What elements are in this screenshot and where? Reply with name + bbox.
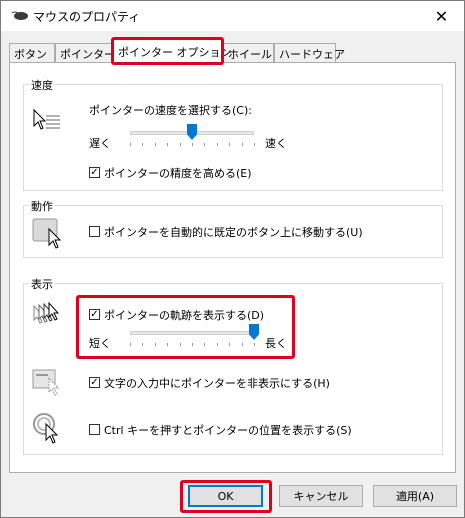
long-label: 長く (265, 337, 287, 350)
slider-tick (254, 343, 255, 346)
close-button[interactable]: ✕ (419, 1, 464, 31)
slider-tick (192, 343, 193, 346)
tab-label: ホイール (228, 48, 272, 61)
check-icon: ✓ (90, 167, 99, 178)
apply-label: 適用(A) (395, 490, 435, 503)
slider-tick (229, 143, 231, 146)
slider-tick (130, 343, 131, 346)
trails-slider-thumb[interactable] (249, 324, 259, 340)
hide-pointer-checkbox[interactable]: ✓ (89, 377, 100, 388)
slider-tick (167, 343, 169, 346)
snap-checkbox[interactable] (89, 226, 100, 237)
slider-tick (142, 343, 144, 346)
slider-tick (154, 143, 156, 146)
visibility-group: 表示 ✓ ポインターの軌跡を表示する(D) 短く 長く ✓ 文字の入力中にポイン… (23, 276, 443, 455)
slider-tick (167, 143, 169, 146)
slow-label: 遅く (89, 137, 111, 150)
tab-buttons[interactable]: ボタン (9, 43, 55, 63)
hide-pointer-label: 文字の入力中にポインターを非表示にする(H) (104, 377, 330, 390)
tab-hardware[interactable]: ハードウェア (274, 43, 345, 63)
slider-tick (241, 343, 243, 346)
tab-label: ポインター (60, 48, 115, 61)
tab-label: ポインター オプション (118, 46, 232, 59)
pointer-speed-icon (33, 108, 60, 130)
slider-tick (254, 143, 255, 146)
slider-tick (204, 143, 206, 146)
snap-to-icon (32, 218, 62, 249)
cancel-label: キャンセル (293, 490, 349, 503)
mouse-icon (11, 11, 28, 20)
hide-pointer-icon (32, 369, 60, 396)
slider-tick (229, 343, 231, 346)
apply-button[interactable]: 適用(A) (373, 485, 457, 507)
close-icon: ✕ (434, 6, 449, 26)
tab-pointer-options[interactable]: ポインター オプション (113, 39, 232, 65)
cancel-button[interactable]: キャンセル (279, 485, 363, 507)
slider-tick (130, 143, 131, 146)
fast-label: 速く (265, 137, 287, 150)
trails-checkbox[interactable]: ✓ (89, 309, 100, 320)
motion-group: 動作 ポインターを自動的に既定のボタン上に移動する(U) (23, 198, 443, 258)
ctrl-locate-checkbox[interactable] (89, 424, 100, 435)
trails-label: ポインターの軌跡を表示する(D) (104, 309, 265, 322)
precision-label: ポインターの精度を高める(E) (104, 167, 252, 180)
speed-select-label: ポインターの速度を選択する(C): (89, 104, 252, 117)
ok-button[interactable]: OK (188, 485, 263, 507)
title-bar: マウスのプロパティ ✕ (1, 1, 464, 31)
speed-group-title: 速度 (29, 77, 55, 93)
precision-checkbox[interactable]: ✓ (89, 167, 100, 178)
speed-group: 速度 ポインターの速度を選択する(C): 遅く 速く ✓ ポインターの精度を高め… (23, 77, 443, 191)
slider-tick (179, 343, 181, 346)
trails-slider-track[interactable] (130, 331, 254, 335)
slider-tick (241, 143, 243, 146)
speed-slider-thumb[interactable] (187, 124, 197, 140)
mouse-properties-window: マウスのプロパティ ✕ ボタン ポインター ポインター オプション ホイール ハ… (0, 0, 465, 518)
ok-label: OK (217, 489, 234, 503)
ctrl-locate-label: Ctrl キーを押すとポインターの位置を表示する(S) (104, 424, 352, 437)
check-icon: ✓ (90, 309, 99, 320)
window-title: マウスのプロパティ (33, 10, 141, 24)
slider-tick (216, 343, 218, 346)
tab-pointers[interactable]: ポインター (55, 43, 115, 63)
tab-label: ボタン (14, 48, 47, 61)
visibility-group-title: 表示 (29, 276, 55, 292)
slider-tick (179, 143, 181, 146)
slider-tick (216, 143, 218, 146)
slider-tick (204, 343, 206, 346)
short-label: 短く (89, 337, 111, 350)
tab-label: ハードウェア (279, 48, 345, 61)
slider-tick (192, 143, 193, 146)
check-icon: ✓ (90, 377, 99, 388)
ctrl-locate-icon (33, 413, 59, 444)
snap-label: ポインターを自動的に既定のボタン上に移動する(U) (104, 226, 363, 239)
tab-panel: 速度 ポインターの速度を選択する(C): 遅く 速く ✓ ポインターの精度を高め… (9, 62, 456, 473)
slider-tick (142, 143, 144, 146)
motion-group-title: 動作 (29, 198, 55, 214)
pointer-trails-icon (33, 301, 60, 324)
slider-tick (154, 343, 156, 346)
